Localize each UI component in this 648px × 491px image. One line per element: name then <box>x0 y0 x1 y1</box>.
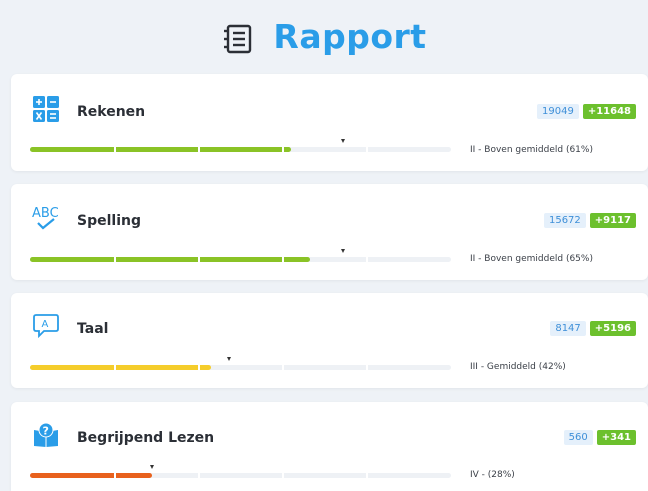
progress-fill <box>30 365 212 370</box>
page-header: Rapport <box>0 0 648 72</box>
bar-divider <box>282 147 284 152</box>
subject-title: Rekenen <box>77 104 146 120</box>
average-marker <box>341 249 346 253</box>
score-badge: 15672 <box>543 213 586 228</box>
svg-text:A: A <box>42 319 49 330</box>
bar-divider <box>198 147 200 152</box>
bar-divider <box>198 473 200 478</box>
progress-track <box>30 257 451 262</box>
subject-card-spelling[interactable]: ABC Spelling 15672 +9117 II - Boven gemi… <box>11 184 648 280</box>
bar-divider <box>114 473 116 478</box>
delta-badge: +5196 <box>589 321 636 336</box>
speech-bubble-a-icon: A <box>33 314 59 339</box>
delta-badge: +11648 <box>582 104 636 119</box>
bar-divider <box>366 257 368 262</box>
level-label: II - Boven gemiddeld (61%) <box>470 145 593 155</box>
math-operators-icon <box>33 96 59 122</box>
score-badges: 19049 +11648 <box>537 104 636 119</box>
svg-text:ABC: ABC <box>32 206 59 221</box>
score-badges: 15672 +9117 <box>543 213 636 228</box>
bar-divider <box>198 257 200 262</box>
page-title: Rapport <box>273 16 427 56</box>
bar-divider <box>282 365 284 370</box>
progress-fill <box>30 473 153 478</box>
bar-divider <box>114 147 116 152</box>
bar-divider <box>114 365 116 370</box>
subject-title: Spelling <box>77 213 141 229</box>
subject-title: Taal <box>77 321 109 337</box>
progress-track <box>30 473 451 478</box>
level-label: III - Gemiddeld (42%) <box>470 362 566 372</box>
progress-track <box>30 147 451 152</box>
subject-card-rekenen[interactable]: Rekenen 19049 +11648 II - Boven gemiddel… <box>11 74 648 171</box>
score-badge: 560 <box>563 430 593 445</box>
progress-track <box>30 365 451 370</box>
report-list-icon <box>224 24 252 54</box>
bar-divider <box>282 473 284 478</box>
score-badges: 8147 +5196 <box>550 321 636 336</box>
score-badge: 19049 <box>537 104 579 119</box>
progress-fill <box>30 147 292 152</box>
bar-divider <box>282 257 284 262</box>
score-badges: 560 +341 <box>563 430 636 445</box>
bar-divider <box>198 365 200 370</box>
subject-card-begrijpend-lezen[interactable]: ? Begrijpend Lezen 560 +341 IV - (28%) <box>11 402 648 491</box>
level-label: IV - (28%) <box>470 470 515 480</box>
subject-title: Begrijpend Lezen <box>77 430 215 446</box>
abc-check-icon: ABC <box>32 206 59 230</box>
svg-text:?: ? <box>43 425 49 438</box>
delta-badge: +341 <box>596 430 636 445</box>
average-marker <box>227 357 232 361</box>
progress-fill <box>30 257 310 262</box>
score-badge: 8147 <box>550 321 586 336</box>
bar-divider <box>366 473 368 478</box>
bar-divider <box>366 365 368 370</box>
book-question-icon: ? <box>34 422 58 447</box>
bar-divider <box>114 257 116 262</box>
subject-card-taal[interactable]: A Taal 8147 +5196 III - Gemiddeld (42%) <box>11 293 648 388</box>
level-label: II - Boven gemiddeld (65%) <box>470 254 593 264</box>
average-marker <box>149 465 154 469</box>
bar-divider <box>366 147 368 152</box>
delta-badge: +9117 <box>589 213 636 228</box>
average-marker <box>341 139 346 143</box>
